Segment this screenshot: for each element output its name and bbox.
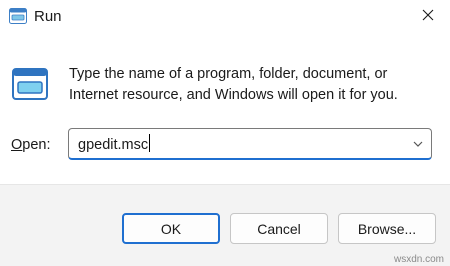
close-icon bbox=[422, 8, 434, 26]
open-input-value: gpedit.msc bbox=[78, 137, 149, 153]
cancel-button[interactable]: Cancel bbox=[230, 213, 328, 244]
instruction-text: Type the name of a program, folder, docu… bbox=[69, 66, 398, 103]
close-button[interactable] bbox=[405, 0, 450, 34]
open-label-text: pen: bbox=[22, 137, 51, 153]
browse-button[interactable]: Browse... bbox=[338, 213, 436, 244]
open-label: Open: bbox=[11, 135, 51, 155]
text-caret bbox=[149, 134, 151, 152]
run-dialog: Run Type the name of a program, folder, … bbox=[0, 0, 450, 266]
run-dialog-icon bbox=[12, 68, 48, 100]
button-bar: OK Cancel Browse... wsxdn.com bbox=[0, 184, 450, 266]
ok-button[interactable]: OK bbox=[122, 213, 220, 244]
open-combobox[interactable]: gpedit.msc bbox=[68, 128, 432, 160]
window-title: Run bbox=[34, 8, 62, 25]
chevron-down-icon[interactable] bbox=[411, 137, 425, 151]
watermark-text: wsxdn.com bbox=[393, 254, 444, 265]
open-label-mnemonic: O bbox=[11, 137, 23, 153]
dialog-content: Type the name of a program, folder, docu… bbox=[0, 36, 450, 184]
open-input[interactable]: gpedit.msc bbox=[78, 134, 151, 155]
run-app-icon bbox=[9, 8, 27, 24]
title-bar[interactable]: Run bbox=[0, 0, 450, 36]
